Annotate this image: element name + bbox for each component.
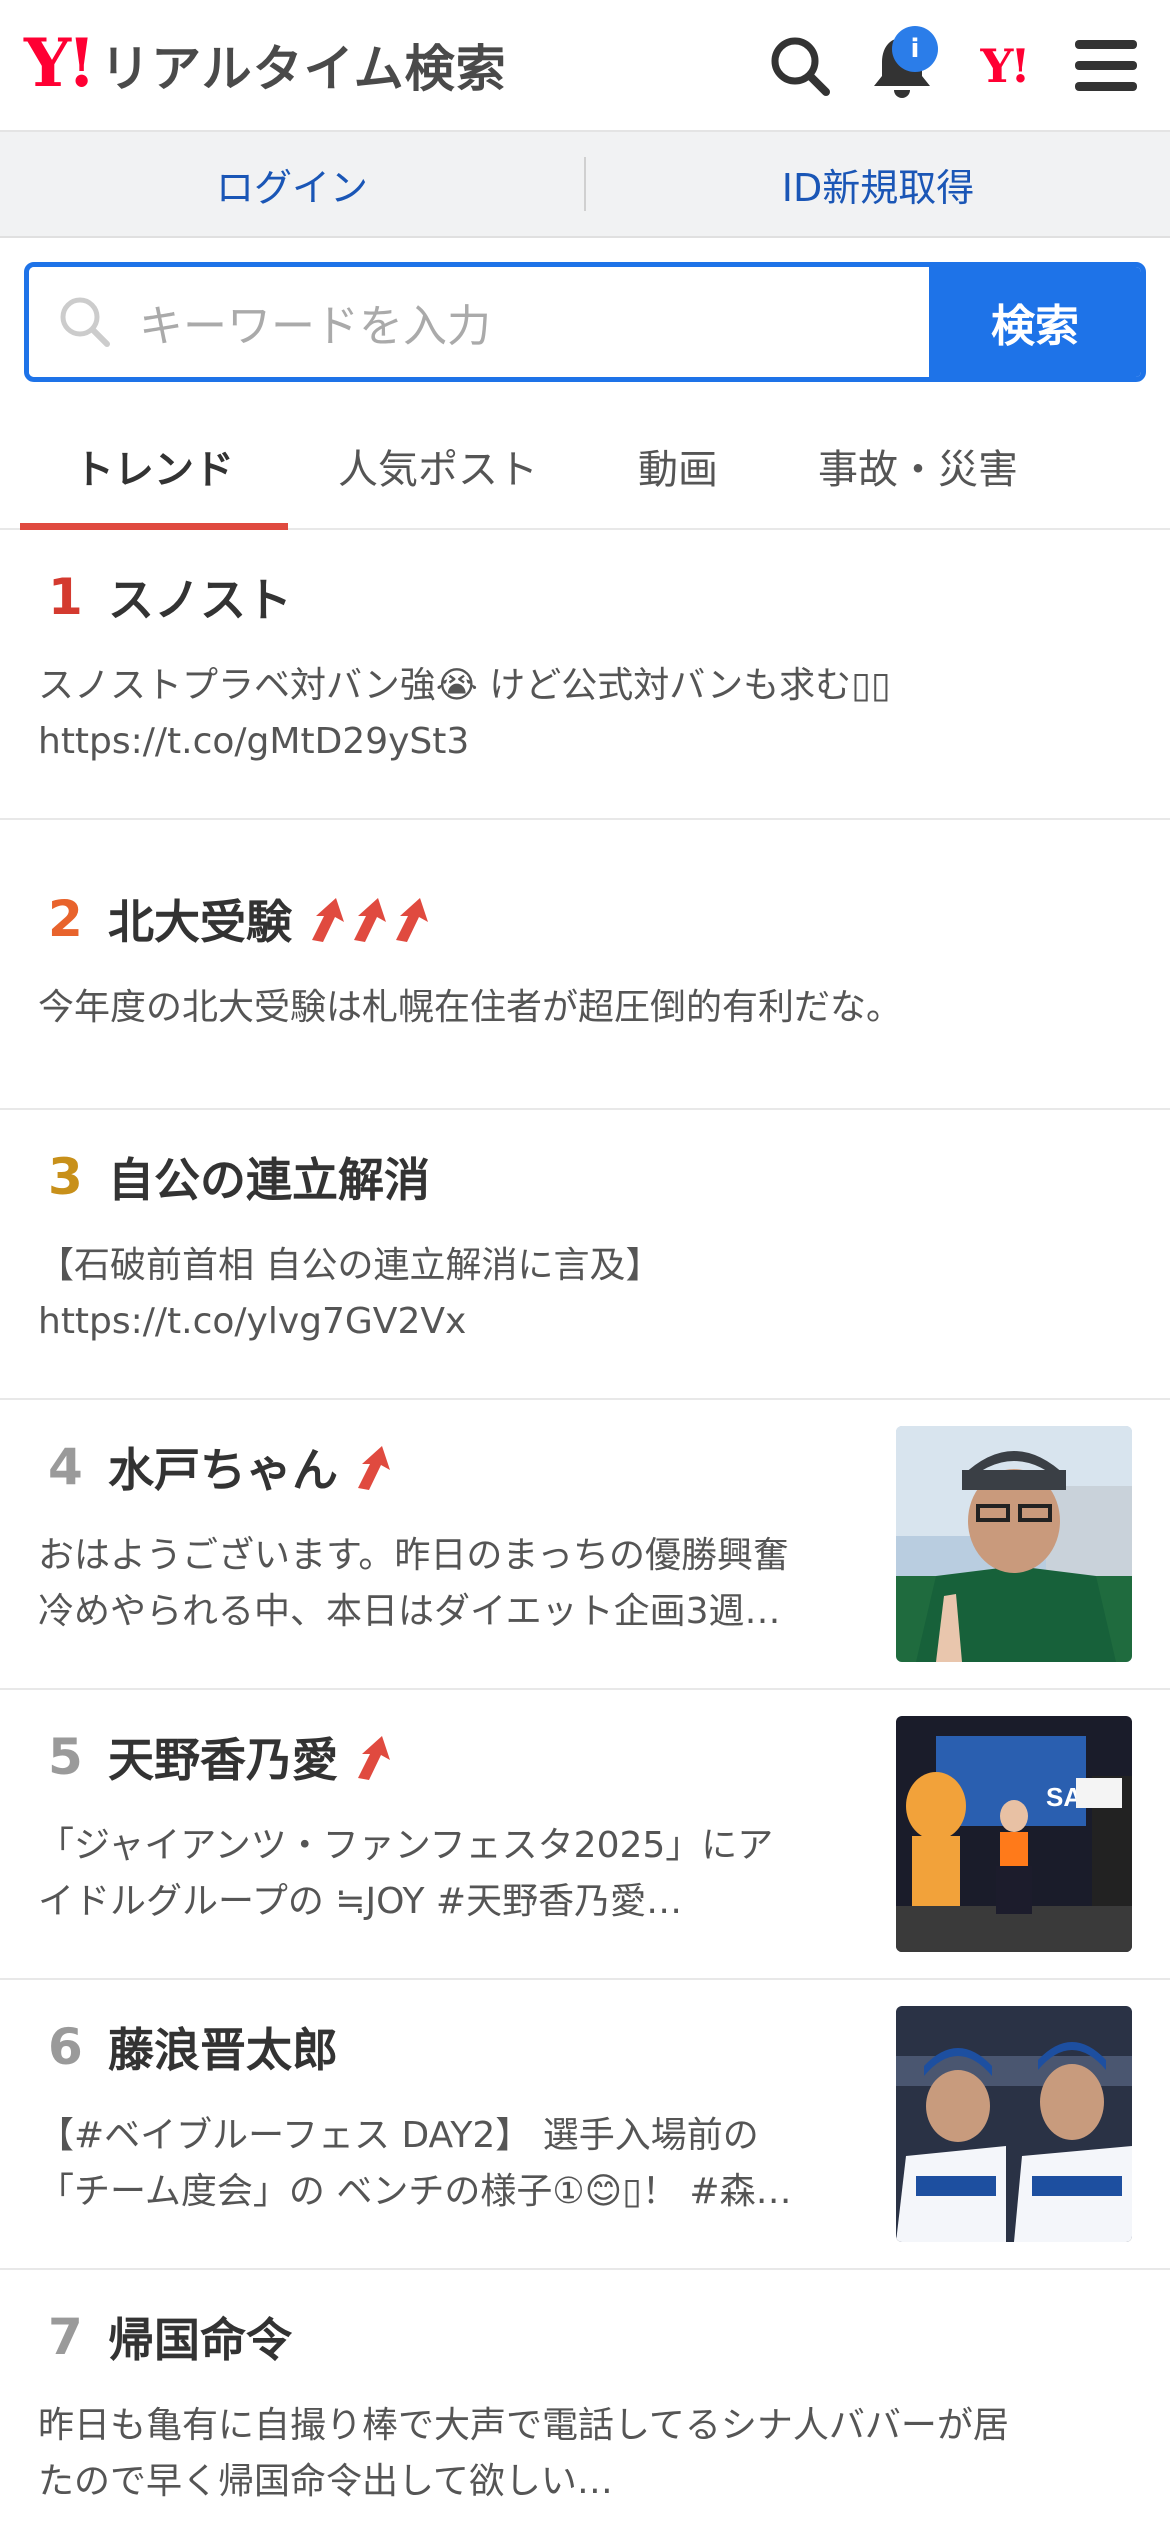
yahoo-home-icon[interactable]: Y! — [964, 26, 1044, 106]
trend-rank: 3 — [48, 1148, 83, 1206]
rising-arrows — [308, 896, 434, 942]
trend-title: 水戸ちゃん — [108, 1443, 338, 1497]
trend-rank: 4 — [48, 1438, 83, 1496]
up-arrow-icon — [396, 898, 428, 942]
search-bar: キーワードを入力 検索 — [24, 262, 1146, 382]
trend-snippet: 「ジャイアンツ・ファンフェスタ2025」にア イドルグループの ≒JOY #天野… — [38, 1818, 872, 1930]
trend-item-2[interactable]: 2 北大受験 今年度の北大受験は札幌在住者が超圧倒的有利だな。 — [0, 820, 1170, 1110]
tab-videos[interactable]: 動画 — [588, 404, 768, 528]
trend-snippet: スノストプラベ対バン強😭 けど公式対バンも求む▯▯ https://t.co/g… — [38, 658, 1132, 770]
snippet-line-1: おはようございます。昨日のまっちの優勝興奮 — [38, 1535, 789, 1576]
snippet-line-1: 【#ベイブルーフェス DAY2】 選手入場前の — [38, 2115, 759, 2156]
rising-arrows — [354, 1444, 396, 1490]
trend-snippet: 【石破前首相 自公の連立解消に言及】 https://t.co/ylvg7GV2… — [38, 1238, 1132, 1350]
search-input[interactable]: キーワードを入力 — [29, 267, 929, 377]
tab-accidents-disasters[interactable]: 事故・災害 — [768, 404, 1068, 528]
notification-bell-icon[interactable]: i — [862, 26, 942, 106]
yahoo-mark: Y! — [980, 39, 1030, 93]
trend-thumbnail[interactable] — [896, 2006, 1132, 2242]
tab-popular-posts[interactable]: 人気ポスト — [288, 404, 588, 528]
snippet-line-1: 昨日も亀有に自撮り棒で大声で電話してるシナ人ババーが居 — [38, 2405, 1009, 2446]
login-bar: ログイン ID新規取得 — [0, 132, 1170, 238]
snippet-line-2: たので早く帰国命令出して欲しい… — [38, 2461, 613, 2502]
trend-snippet: 今年度の北大受験は札幌在住者が超圧倒的有利だな。 — [38, 980, 1132, 1036]
trend-item-6[interactable]: 6 藤浪晋太郎 【#ベイブルーフェス DAY2】 選手入場前の 「チーム度会」の… — [0, 1980, 1170, 2270]
trend-title: 天野香乃愛 — [108, 1733, 338, 1787]
yahoo-realtime-logo[interactable]: Y! リアルタイム検索 — [24, 29, 507, 101]
trend-thumbnail[interactable]: SA — [896, 1716, 1132, 1952]
trend-rank: 5 — [48, 1728, 83, 1786]
up-arrow-icon — [312, 898, 344, 942]
notification-badge: i — [892, 26, 938, 72]
tab-trend[interactable]: トレンド — [20, 404, 288, 530]
up-arrow-icon — [354, 898, 386, 942]
trend-title: スノスト — [108, 573, 292, 627]
trend-snippet: おはようございます。昨日のまっちの優勝興奮 冷めやられる中、本日はダイエット企画… — [38, 1528, 872, 1640]
rising-arrows — [354, 1734, 396, 1780]
search-button[interactable]: 検索 — [929, 267, 1141, 377]
snippet-line-1: 「ジャイアンツ・ファンフェスタ2025」にア — [38, 1825, 774, 1866]
search-placeholder: キーワードを入力 — [139, 301, 491, 352]
trend-rank: 2 — [48, 890, 83, 948]
snippet-link[interactable]: https://t.co/ylvg7GV2Vx — [38, 1294, 1132, 1350]
trend-rank: 1 — [48, 568, 83, 626]
category-tabs: トレンド 人気ポスト 動画 事故・災害 — [0, 404, 1170, 530]
trend-title: 藤浪晋太郎 — [108, 2023, 338, 2077]
trend-snippet: 昨日も亀有に自撮り棒で大声で電話してるシナ人ババーが居 たので早く帰国命令出して… — [38, 2398, 1132, 2510]
trend-item-1[interactable]: 1 スノスト スノストプラベ対バン強😭 けど公式対バンも求む▯▯ https:/… — [0, 530, 1170, 820]
trend-item-7[interactable]: 7 帰国命令 昨日も亀有に自撮り棒で大声で電話してるシナ人ババーが居 たので早く… — [0, 2270, 1170, 2530]
trend-title: 北大受験 — [108, 895, 292, 949]
up-arrow-icon — [358, 1446, 390, 1490]
snippet-line-1: スノストプラベ対バン強😭 けど公式対バンも求む▯▯ — [38, 665, 891, 706]
trend-title: 帰国命令 — [108, 2313, 292, 2367]
register-link[interactable]: ID新規取得 — [586, 157, 1170, 212]
search-icon[interactable] — [760, 26, 840, 106]
snippet-link[interactable]: https://t.co/gMtD29ySt3 — [38, 714, 1132, 770]
snippet-line-1: 【石破前首相 自公の連立解消に言及】 — [38, 1245, 662, 1286]
trend-list: 1 スノスト スノストプラベ対バン強😭 けど公式対バンも求む▯▯ https:/… — [0, 530, 1170, 2530]
up-arrow-icon — [358, 1736, 390, 1780]
snippet-line-2: イドルグループの ≒JOY #天野香乃愛… — [38, 1881, 683, 1922]
login-link[interactable]: ログイン — [0, 157, 584, 212]
trend-item-4[interactable]: 4 水戸ちゃん おはようございます。昨日のまっちの優勝興奮 冷めやられる中、本日… — [0, 1400, 1170, 1690]
logo-text: リアルタイム検索 — [100, 40, 507, 98]
trend-rank: 6 — [48, 2018, 83, 2076]
trend-thumbnail[interactable] — [896, 1426, 1132, 1662]
app-header: Y! リアルタイム検索 i Y! — [0, 0, 1170, 132]
trend-item-5[interactable]: 5 天野香乃愛 「ジャイアンツ・ファンフェスタ2025」にア イドルグループの … — [0, 1690, 1170, 1980]
snippet-line-2: 「チーム度会」の ベンチの様子①😊▯！ #森… — [38, 2171, 792, 2212]
menu-icon[interactable] — [1066, 26, 1146, 106]
snippet-line-2: 冷めやられる中、本日はダイエット企画3週… — [38, 1591, 781, 1632]
snippet-line-1: 今年度の北大受験は札幌在住者が超圧倒的有利だな。 — [38, 987, 903, 1028]
logo-mark: Y! — [24, 24, 96, 102]
trend-rank: 7 — [48, 2308, 83, 2366]
trend-title: 自公の連立解消 — [108, 1153, 430, 1207]
trend-snippet: 【#ベイブルーフェス DAY2】 選手入場前の 「チーム度会」の ベンチの様子①… — [38, 2108, 872, 2220]
search-input-icon — [60, 297, 110, 347]
trend-item-3[interactable]: 3 自公の連立解消 【石破前首相 自公の連立解消に言及】 https://t.c… — [0, 1110, 1170, 1400]
